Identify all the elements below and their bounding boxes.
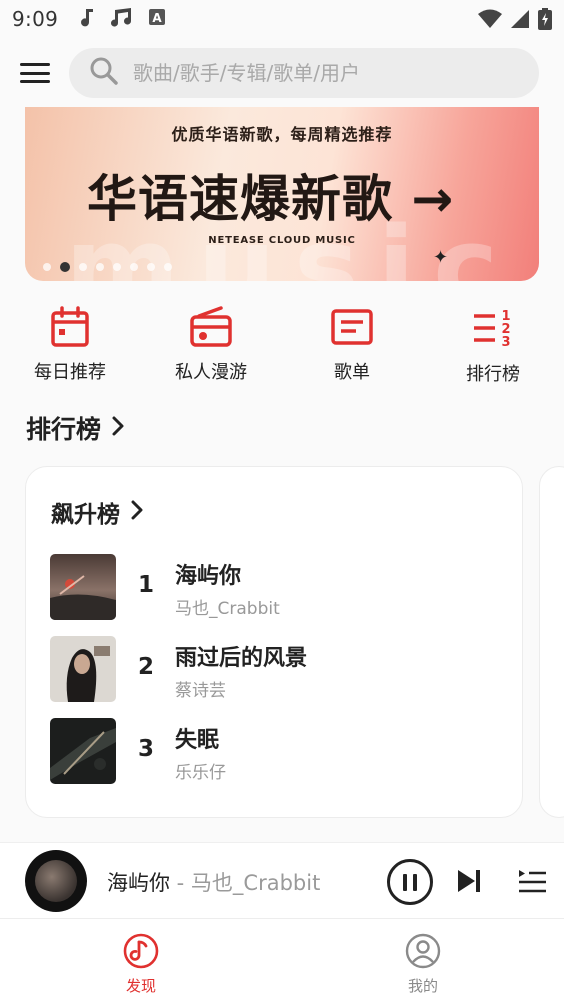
chart-card-title: 飙升榜 [51, 502, 120, 528]
song-rank: 3 [138, 736, 155, 762]
top-header [0, 46, 564, 100]
sparkle-icon: ✦ [433, 247, 449, 268]
status-time: 9:09 [12, 7, 59, 31]
pagination-dot[interactable] [96, 263, 104, 271]
next-track-button[interactable] [456, 868, 482, 898]
signal-icon [510, 9, 530, 33]
now-playing-cover [35, 860, 77, 902]
quick-nav-daily[interactable]: 每日推荐 [15, 306, 125, 384]
pagination-dot-active[interactable] [60, 262, 70, 272]
profile-icon [405, 933, 441, 973]
tab-label: 发现 [125, 977, 156, 995]
song-title: 雨过后的风景 [175, 646, 308, 671]
music-notes-icon [110, 7, 134, 31]
svg-text:A: A [152, 11, 162, 25]
wifi-icon [478, 9, 502, 33]
quick-nav: 每日推荐 私人漫游 歌单 123 排行榜 [0, 306, 564, 396]
pause-button[interactable] [387, 859, 433, 905]
playlist-queue-button[interactable] [517, 868, 547, 898]
album-cover [50, 718, 116, 784]
bottom-nav: 发现 我的 [0, 918, 564, 1004]
quick-nav-radio[interactable]: 私人漫游 [156, 306, 266, 384]
queue-icon [519, 870, 546, 893]
banner-subtitle: 优质华语新歌，每周精选推荐 [171, 125, 393, 144]
now-playing-title: 海屿你 [107, 871, 170, 895]
song-rank: 1 [138, 572, 155, 598]
promo-banner[interactable]: music 优质华语新歌，每周精选推荐 华语速爆新歌 → NETEASE CLO… [25, 107, 539, 281]
search-icon [89, 56, 119, 90]
menu-button[interactable] [18, 58, 52, 88]
radio-icon [156, 306, 266, 348]
tab-label: 我的 [407, 977, 438, 995]
song-row[interactable]: 3 失眠 乐乐仔 [50, 718, 500, 786]
song-row[interactable]: 1 海屿你 马也_Crabbit [50, 554, 500, 622]
album-cover [50, 554, 116, 620]
chart-card-header[interactable]: 飙升榜 [51, 495, 144, 529]
status-bar: 9:09 A [0, 0, 564, 38]
next-chart-card-peek[interactable] [539, 466, 564, 818]
pagination-dot[interactable] [43, 263, 51, 271]
quick-nav-ranking[interactable]: 123 排行榜 [438, 306, 548, 386]
tab-mine[interactable]: 我的 [378, 933, 468, 996]
ranking-icon: 123 [438, 306, 548, 350]
song-title: 海屿你 [175, 564, 242, 589]
quick-nav-label: 私人漫游 [175, 362, 247, 383]
song-title: 失眠 [175, 728, 220, 753]
svg-text:3: 3 [501, 335, 510, 350]
chevron-right-icon [111, 415, 125, 441]
banner-brand: NETEASE CLOUD MUSIC [208, 235, 356, 246]
tab-discover[interactable]: 发现 [96, 933, 186, 996]
pagination-dot[interactable] [147, 263, 155, 271]
album-cover [50, 636, 116, 702]
quick-nav-label: 排行榜 [466, 364, 520, 385]
song-artist: 马也_Crabbit [175, 599, 280, 619]
song-artist: 乐乐仔 [175, 763, 226, 783]
chevron-right-icon [130, 499, 144, 525]
pagination-dot[interactable] [164, 263, 172, 271]
discover-icon [123, 933, 159, 973]
section-title: 排行榜 [26, 415, 102, 444]
search-bar[interactable] [69, 48, 539, 98]
now-playing-disc[interactable] [25, 850, 87, 912]
keyboard-a-icon: A [148, 8, 166, 30]
banner-pagination [43, 262, 172, 272]
mini-player[interactable]: 海屿你 - 马也_Crabbit [0, 842, 564, 918]
calendar-icon [15, 306, 125, 348]
banner-title: 华语速爆新歌 → [87, 170, 455, 228]
pagination-dot[interactable] [130, 263, 138, 271]
skip-next-icon [458, 870, 480, 892]
chart-card[interactable]: 飙升榜 1 海屿你 马也_Crabbit 2 雨过后的风景 蔡诗芸 3 失眠 乐… [25, 466, 523, 818]
ranking-section-header[interactable]: 排行榜 [26, 410, 125, 446]
quick-nav-label: 歌单 [334, 362, 370, 383]
song-rank: 2 [138, 654, 155, 680]
pagination-dot[interactable] [79, 263, 87, 271]
battery-charging-icon [538, 8, 552, 34]
now-playing-text: 海屿你 - 马也_Crabbit [107, 867, 320, 897]
song-artist: 蔡诗芸 [175, 681, 226, 701]
music-note-icon [80, 7, 96, 31]
quick-nav-playlist[interactable]: 歌单 [297, 306, 407, 384]
song-row[interactable]: 2 雨过后的风景 蔡诗芸 [50, 636, 500, 704]
search-input[interactable] [133, 61, 513, 85]
quick-nav-label: 每日推荐 [34, 362, 106, 383]
playlist-icon [297, 306, 407, 348]
now-playing-artist: - 马也_Crabbit [170, 871, 321, 895]
pagination-dot[interactable] [113, 263, 121, 271]
pause-icon [403, 873, 407, 891]
